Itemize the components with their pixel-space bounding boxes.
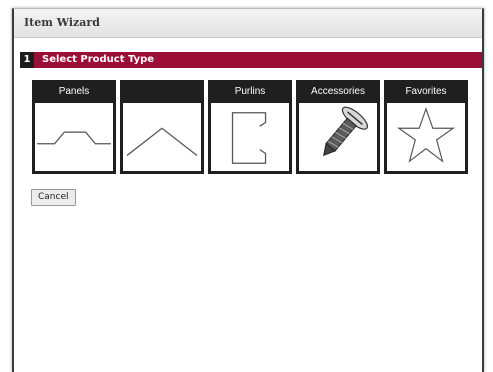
window-title: Item Wizard: [24, 16, 100, 29]
product-type-accessories[interactable]: Accessories: [296, 80, 380, 174]
roof-ridge-profile-icon: [123, 103, 201, 171]
item-wizard-window: Item Wizard 1 Select Product Type Panels…: [12, 8, 484, 372]
product-type-purlins[interactable]: Purlins: [208, 80, 292, 174]
product-type-trim[interactable]: [120, 80, 204, 174]
screw-icon: [299, 103, 377, 171]
cancel-button[interactable]: Cancel: [31, 189, 76, 206]
tile-label: Purlins: [234, 86, 266, 97]
window-titlebar: Item Wizard: [14, 9, 482, 38]
panel-profile-icon: [35, 103, 113, 171]
tile-label: Panels: [58, 86, 90, 97]
step-header: 1 Select Product Type: [20, 52, 482, 68]
tile-label: [121, 81, 203, 103]
tile-label: Accessories: [311, 86, 365, 97]
product-type-panels[interactable]: Panels: [32, 80, 116, 174]
purlin-profile-icon: [211, 103, 289, 171]
step-title: Select Product Type: [42, 54, 155, 65]
product-type-favorites[interactable]: Favorites: [384, 80, 468, 174]
star-icon: [387, 103, 465, 171]
step-number: 1: [20, 52, 34, 68]
tile-label: Favorites: [405, 86, 447, 97]
